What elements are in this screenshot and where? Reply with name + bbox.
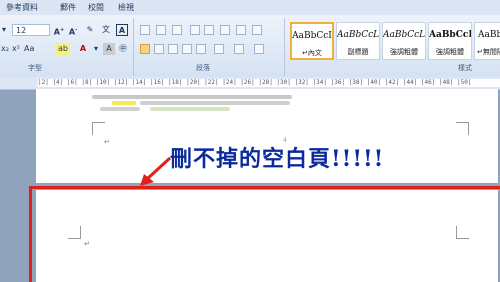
char-shading-icon[interactable]: A [103, 43, 115, 55]
style-sample: AaBbC [478, 30, 500, 40]
shading-icon[interactable] [234, 44, 244, 54]
blurred-text-line [140, 101, 290, 105]
bullets-icon[interactable] [140, 25, 150, 35]
distribute-icon[interactable] [196, 44, 206, 54]
style-strong[interactable]: AaBbCcL 強調粗體 [382, 22, 426, 60]
strikethrough-icon[interactable]: x₂ [0, 43, 10, 55]
ruler-ticks: |2| |4| |6| |8| |10| |12| |14| |16| |18|… [38, 79, 472, 86]
style-normal[interactable]: AaBbCcI ↵內文 [290, 22, 334, 60]
justify-icon[interactable] [182, 44, 192, 54]
font-color-icon[interactable]: A [76, 43, 90, 55]
red-arrow-icon [140, 156, 172, 186]
style-strong-bold[interactable]: AaBbCcL 強調粗體 [428, 22, 472, 60]
group-divider [284, 18, 285, 76]
char-border-icon[interactable]: A [116, 24, 128, 36]
style-no-spacing[interactable]: AaBbC ↵無間隔 [474, 22, 500, 60]
paragraph-group-label: 段落 [196, 64, 210, 72]
multilevel-list-icon[interactable] [172, 25, 182, 35]
font-size-box[interactable]: 12 [12, 24, 50, 36]
style-sample: AaBbCcI [292, 31, 332, 41]
margin-mark [68, 226, 81, 239]
group-divider [133, 18, 134, 76]
font-name-dropdown-edge[interactable]: ▾ [0, 24, 8, 36]
change-case-icon[interactable]: Aa [24, 43, 34, 55]
styles-group-label: 樣式 [458, 64, 472, 72]
callout-text: 刪不掉的空白頁!!!!! [170, 146, 385, 172]
numbering-icon[interactable] [156, 25, 166, 35]
style-name: ↵內文 [302, 49, 322, 57]
align-center-icon[interactable] [154, 44, 164, 54]
blurred-text-line [150, 107, 230, 111]
line-spacing-icon[interactable] [214, 44, 224, 54]
tab-mailings[interactable]: 郵件 [60, 2, 76, 13]
font-size-value: 12 [16, 26, 27, 35]
style-sample: AaBbCcL [429, 30, 471, 40]
blurred-text-line [92, 95, 292, 99]
sort-icon[interactable] [236, 25, 246, 35]
highlight-frame-left [29, 186, 32, 282]
tab-references[interactable]: 參考資料 [6, 2, 38, 13]
highlight-frame [29, 186, 500, 282]
font-group-label: 字型 [28, 64, 42, 72]
margin-mark [456, 122, 469, 135]
paragraph-mark: ↵ [104, 138, 110, 146]
align-left-icon[interactable] [140, 44, 150, 54]
decrease-indent-icon[interactable] [190, 25, 200, 35]
phonetic-guide-icon[interactable]: 文 [100, 24, 112, 36]
page-number: 4 [283, 137, 287, 144]
style-subtitle[interactable]: AaBbCcL 副標題 [336, 22, 380, 60]
paragraph-mark: ↵ [84, 240, 90, 248]
margin-mark [456, 226, 469, 239]
subscript-icon[interactable]: x² [11, 43, 21, 55]
clear-format-icon[interactable]: ✎ [84, 24, 96, 36]
increase-indent-icon[interactable] [204, 25, 214, 35]
style-name: ↵無間隔 [477, 48, 500, 56]
highlight-color-icon[interactable]: ab [56, 43, 70, 55]
shrink-font-button[interactable]: A- [67, 24, 79, 37]
style-name: 副標題 [347, 48, 369, 56]
grow-font-button[interactable]: A+ [53, 24, 65, 37]
tab-view[interactable]: 檢視 [118, 2, 134, 13]
align-right-icon[interactable] [168, 44, 178, 54]
blurred-highlight [112, 101, 136, 105]
tab-review[interactable]: 校閱 [88, 2, 104, 13]
style-sample: AaBbCcL [337, 30, 379, 40]
margin-mark [92, 122, 105, 135]
enclose-char-icon[interactable]: ㊥ [117, 43, 129, 55]
style-name: 強調粗體 [436, 48, 464, 56]
font-color-dropdown[interactable]: ▾ [92, 43, 100, 55]
show-marks-icon[interactable] [252, 25, 262, 35]
borders-icon[interactable] [254, 44, 264, 54]
style-sample: AaBbCcL [383, 30, 425, 40]
blurred-text-line [100, 107, 140, 111]
style-name: 強調粗體 [390, 48, 418, 56]
chinese-layout-icon[interactable] [220, 25, 230, 35]
